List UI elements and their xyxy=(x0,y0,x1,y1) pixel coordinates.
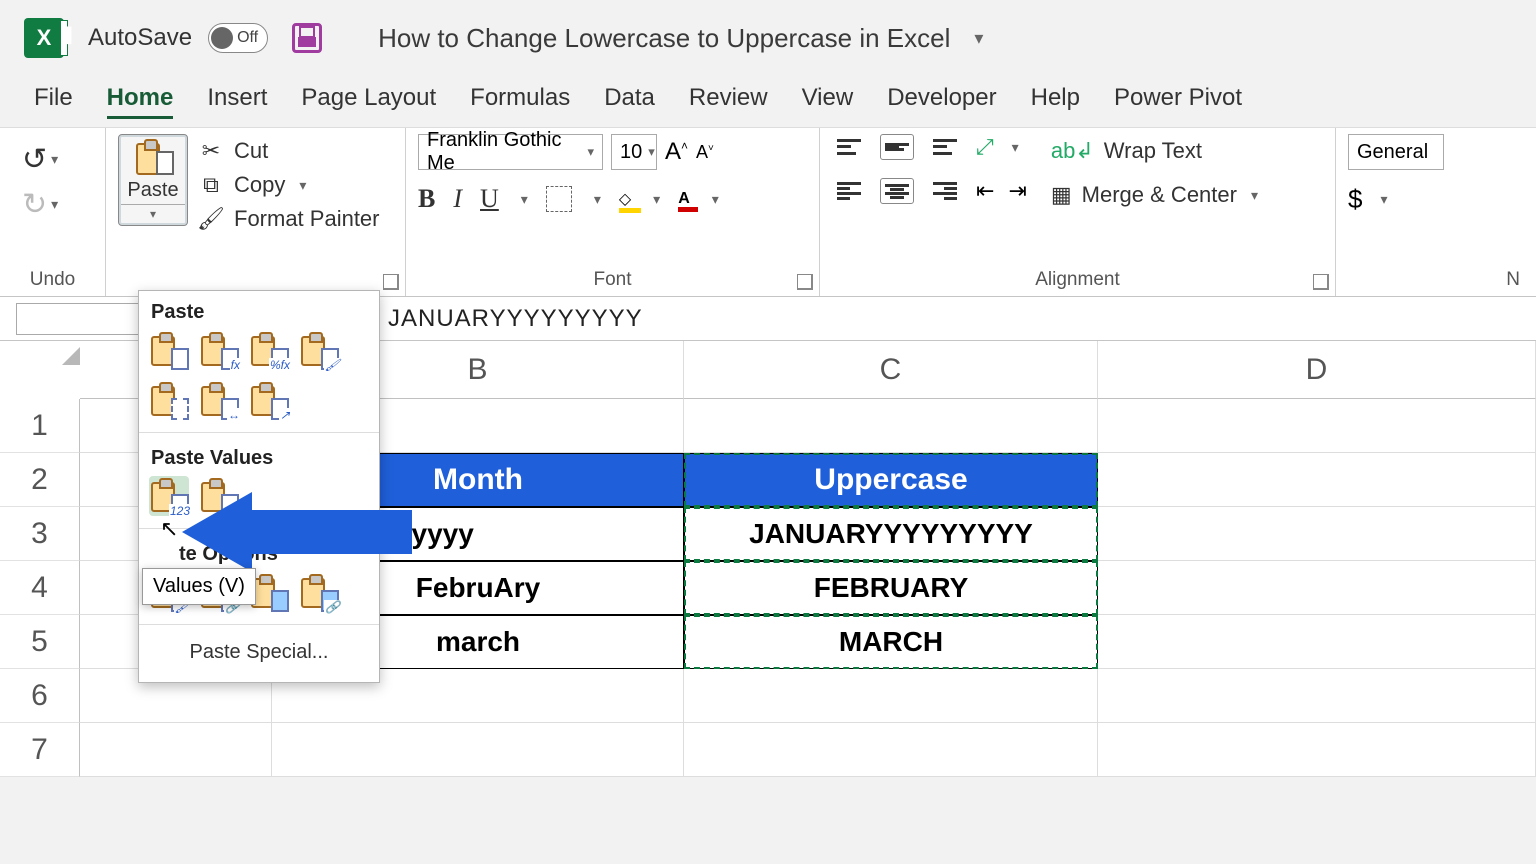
paste-section-header: Paste xyxy=(139,291,379,330)
tab-review[interactable]: Review xyxy=(689,84,768,119)
group-number-label-trunc: N xyxy=(1348,266,1524,294)
paintbrush-icon: 🖌 xyxy=(198,206,224,232)
number-format-select[interactable]: General xyxy=(1348,134,1444,170)
undo-button[interactable]: ↺▾ xyxy=(22,142,58,177)
align-middle-button[interactable] xyxy=(880,134,914,160)
autosave-label: AutoSave xyxy=(88,24,192,52)
ribbon: ↺▾ ↻▾ Undo Paste ▾ ✂Cut ⧉Copy▾ 🖌Format P… xyxy=(0,127,1536,297)
font-launcher-icon[interactable] xyxy=(797,274,813,290)
row-header-3[interactable]: 3 xyxy=(0,507,80,561)
excel-logo: X xyxy=(24,18,64,58)
tab-help[interactable]: Help xyxy=(1031,84,1080,119)
clipboard-launcher-icon[interactable] xyxy=(383,274,399,290)
tab-data[interactable]: Data xyxy=(604,84,655,119)
cell-C3[interactable]: JANUARYYYYYYYYY xyxy=(684,507,1098,561)
merge-center-button[interactable]: ▦Merge & Center▾ xyxy=(1051,182,1258,208)
cell-C2[interactable]: Uppercase xyxy=(684,453,1098,507)
row-header-6[interactable]: 6 xyxy=(0,669,80,723)
tab-power-pivot[interactable]: Power Pivot xyxy=(1114,84,1242,119)
paste-keep-col-width-icon[interactable]: ↔ xyxy=(199,380,239,420)
fill-color-button[interactable]: ◇ xyxy=(619,189,631,209)
align-bottom-button[interactable] xyxy=(928,134,962,160)
title-dropdown-icon[interactable]: ▾ xyxy=(974,28,983,49)
paste-transpose-icon[interactable]: ↗ xyxy=(249,380,289,420)
paste-icon xyxy=(134,137,172,177)
row-header-5[interactable]: 5 xyxy=(0,615,80,669)
tab-insert[interactable]: Insert xyxy=(207,84,267,119)
font-size-select[interactable]: 10▾ xyxy=(611,134,657,170)
cell-C4[interactable]: FEBRUARY xyxy=(684,561,1098,615)
group-font-label: Font xyxy=(418,266,807,294)
align-top-button[interactable] xyxy=(832,134,866,160)
font-color-button[interactable]: A xyxy=(678,190,690,208)
format-painter-button[interactable]: 🖌Format Painter xyxy=(198,206,380,232)
font-name-select[interactable]: Franklin Gothic Me▾ xyxy=(418,134,603,170)
paste-linked-picture-icon[interactable]: 🔗 xyxy=(299,572,339,612)
cut-button[interactable]: ✂Cut xyxy=(198,138,380,164)
decrease-font-icon[interactable]: A˅ xyxy=(696,142,714,163)
paste-values-tooltip: Values (V) xyxy=(142,568,256,605)
paste-formulas-number-icon[interactable]: %fx xyxy=(249,330,289,370)
group-undo-label: Undo xyxy=(12,266,93,294)
paste-values-section-header: Paste Values xyxy=(139,437,379,476)
name-box[interactable] xyxy=(16,303,152,335)
ribbon-tabs: File Home Insert Page Layout Formulas Da… xyxy=(0,70,1536,127)
row-header-7[interactable]: 7 xyxy=(0,723,80,777)
align-left-button[interactable] xyxy=(832,178,866,204)
wrap-text-icon: ab↲ xyxy=(1051,138,1094,164)
row-header-1[interactable]: 1 xyxy=(0,399,80,453)
tab-developer[interactable]: Developer xyxy=(887,84,996,119)
save-icon[interactable] xyxy=(292,23,322,53)
col-header-c[interactable]: C xyxy=(684,341,1098,399)
currency-button[interactable]: $ xyxy=(1348,184,1362,215)
tab-view[interactable]: View xyxy=(802,84,854,119)
paste-dropdown-icon[interactable]: ▾ xyxy=(121,204,185,221)
paste-special-item[interactable]: Paste Special... xyxy=(139,629,379,678)
alignment-launcher-icon[interactable] xyxy=(1313,274,1329,290)
orientation-button[interactable]: ⤢ xyxy=(976,134,994,160)
redo-button[interactable]: ↻▾ xyxy=(22,187,58,222)
col-header-d[interactable]: D xyxy=(1098,341,1536,399)
formula-bar-value[interactable]: JANUARYYYYYYYYY xyxy=(388,305,643,333)
paste-no-borders-icon[interactable] xyxy=(149,380,189,420)
wrap-text-button[interactable]: ab↲Wrap Text xyxy=(1051,138,1258,164)
scissors-icon: ✂ xyxy=(198,138,224,164)
align-center-button[interactable] xyxy=(880,178,914,204)
increase-font-icon[interactable]: A˄ xyxy=(665,138,688,166)
tab-home[interactable]: Home xyxy=(107,84,174,119)
select-all-triangle[interactable] xyxy=(56,341,80,365)
align-right-button[interactable] xyxy=(928,178,962,204)
paste-formulas-icon[interactable]: fx xyxy=(199,330,239,370)
cell-C5[interactable]: MARCH xyxy=(684,615,1098,669)
paste-all-icon[interactable] xyxy=(149,330,189,370)
row-header-4[interactable]: 4 xyxy=(0,561,80,615)
copy-button[interactable]: ⧉Copy▾ xyxy=(198,172,380,198)
document-title: How to Change Lowercase to Uppercase in … xyxy=(378,23,950,54)
borders-button[interactable] xyxy=(546,186,572,212)
tab-page-layout[interactable]: Page Layout xyxy=(301,84,436,119)
annotation-arrow xyxy=(182,492,412,572)
paste-button[interactable]: Paste ▾ xyxy=(118,134,188,226)
underline-button[interactable]: U xyxy=(480,184,499,214)
paste-dropdown-menu: Paste fx %fx 🖌 ↔ ↗ Paste Values 123 % te… xyxy=(138,290,380,683)
decrease-indent-button[interactable]: ⇤ xyxy=(976,178,994,204)
autosave-toggle[interactable]: Off xyxy=(208,23,268,53)
paste-keep-source-format-icon[interactable]: 🖌 xyxy=(299,330,339,370)
row-header-2[interactable]: 2 xyxy=(0,453,80,507)
tab-file[interactable]: File xyxy=(34,84,73,119)
italic-button[interactable]: I xyxy=(453,184,462,214)
tab-formulas[interactable]: Formulas xyxy=(470,84,570,119)
bold-button[interactable]: B xyxy=(418,184,435,214)
group-alignment-label: Alignment xyxy=(832,266,1323,294)
increase-indent-button[interactable]: ⇥ xyxy=(1008,178,1026,204)
copy-icon: ⧉ xyxy=(198,172,224,198)
merge-icon: ▦ xyxy=(1051,182,1072,208)
